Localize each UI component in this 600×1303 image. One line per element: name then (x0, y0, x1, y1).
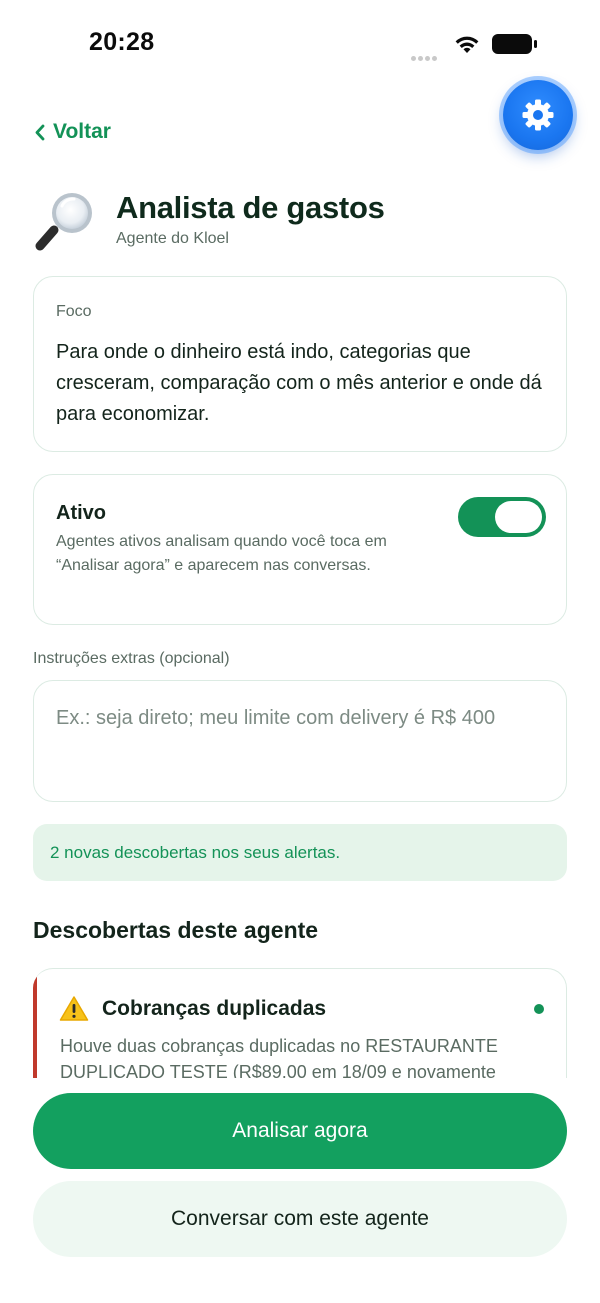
chat-with-agent-button[interactable]: Conversar com este agente (33, 1181, 567, 1257)
analyze-now-button[interactable]: Analisar agora (33, 1093, 567, 1169)
active-card: Ativo Agentes ativos analisam quando voc… (33, 474, 567, 625)
discoveries-list[interactable]: Cobranças duplicadas Houve duas cobrança… (33, 968, 567, 1078)
back-button[interactable]: Voltar (34, 120, 111, 144)
extras-label: Instruções extras (opcional) (33, 650, 230, 667)
unread-dot (534, 1004, 544, 1014)
discoveries-title: Descobertas deste agente (33, 917, 319, 943)
discovery-card[interactable]: Cobranças duplicadas Houve duas cobrança… (33, 968, 567, 1078)
signal-dots-icon (411, 48, 439, 66)
alert-banner[interactable]: 2 novas descobertas nos seus alertas. (33, 824, 567, 881)
wifi-icon (455, 36, 479, 53)
battery-icon (492, 34, 537, 54)
chevron-left-icon (35, 124, 45, 140)
agent-subtitle: Agente do Kloel (116, 230, 229, 247)
magnifying-glass-icon (35, 193, 92, 251)
agent-header: Analista de gastos Agente do Kloel (34, 188, 554, 258)
warning-icon (59, 996, 89, 1021)
active-title: Ativo (56, 502, 106, 524)
back-label: Voltar (53, 120, 111, 143)
focus-card: Foco Para onde o dinheiro está indo, cat… (33, 276, 567, 452)
severity-bar (33, 969, 37, 1078)
focus-text: Para onde o dinheiro está indo, categori… (56, 341, 542, 425)
active-description: Agentes ativos analisam quando você toca… (56, 533, 387, 574)
agent-title: Analista de gastos (116, 190, 385, 225)
status-time: 20:28 (89, 28, 155, 56)
extras-input[interactable] (33, 680, 567, 802)
discovery-title: Cobranças duplicadas (102, 997, 327, 1020)
discovery-text: Houve duas cobranças duplicadas no RESTA… (60, 1036, 498, 1078)
settings-button[interactable] (503, 80, 573, 150)
status-bar: 20:28 (0, 0, 600, 90)
toggle-knob (495, 501, 542, 533)
focus-label: Foco (56, 303, 92, 320)
active-toggle[interactable] (458, 497, 546, 537)
gear-icon (522, 99, 554, 131)
